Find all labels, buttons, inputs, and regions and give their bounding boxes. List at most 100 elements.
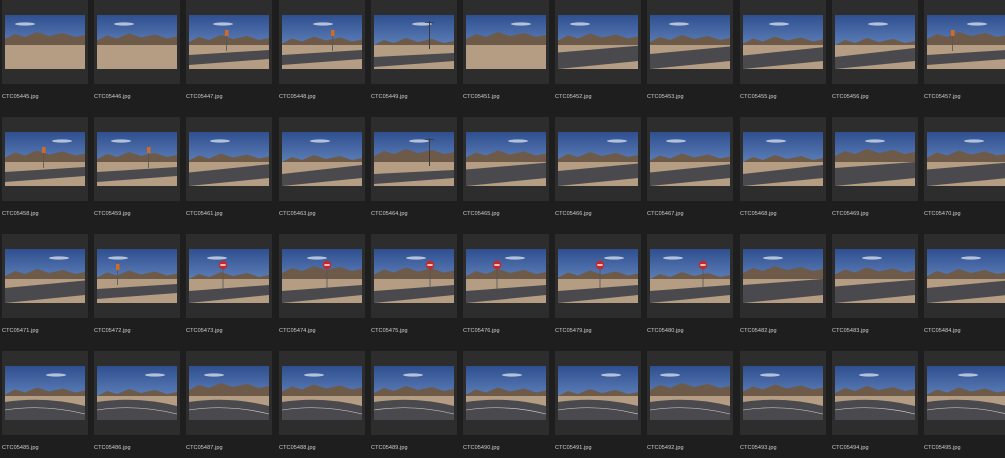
thumbnail-card[interactable] [647,0,733,84]
thumbnail-card[interactable] [186,0,272,84]
photo-thumbnail-image[interactable] [282,132,362,186]
thumbnail-filename[interactable]: CTC05451.jpg [463,94,500,100]
photo-thumbnail-image[interactable] [927,132,1005,186]
photo-thumbnail-cell[interactable]: CTC05475.jpg [371,234,457,351]
photo-thumbnail-image[interactable] [650,132,730,186]
thumbnail-filename[interactable]: CTC05445.jpg [2,94,39,100]
thumbnail-filename[interactable]: CTC05486.jpg [94,445,131,451]
photo-thumbnail-cell[interactable]: CTC05476.jpg [463,234,549,351]
thumbnail-card[interactable] [371,234,457,318]
photo-thumbnail-cell[interactable]: CTC05493.jpg [740,351,826,458]
thumbnail-card[interactable] [832,0,918,84]
photo-thumbnail-image[interactable] [835,366,915,420]
thumbnail-filename[interactable]: CTC05476.jpg [463,328,500,334]
thumbnail-filename[interactable]: CTC05455.jpg [740,94,777,100]
photo-thumbnail-cell[interactable]: CTC05467.jpg [647,117,733,234]
photo-thumbnail-image[interactable] [97,366,177,420]
thumbnail-filename[interactable]: CTC05448.jpg [279,94,316,100]
photo-thumbnail-image[interactable] [558,15,638,69]
photo-thumbnail-image[interactable] [927,366,1005,420]
photo-thumbnail-image[interactable] [189,366,269,420]
thumbnail-card[interactable] [94,0,180,84]
photo-thumbnail-cell[interactable]: CTC05459.jpg [94,117,180,234]
photo-thumbnail-image[interactable] [558,132,638,186]
photo-thumbnail-cell[interactable]: CTC05473.jpg [186,234,272,351]
photo-thumbnail-image[interactable] [189,15,269,69]
photo-thumbnail-image[interactable] [97,132,177,186]
photo-thumbnail-cell[interactable]: CTC05471.jpg [2,234,88,351]
thumbnail-card[interactable] [2,0,88,84]
thumbnail-filename[interactable]: CTC05449.jpg [371,94,408,100]
thumbnail-filename[interactable]: CTC05479.jpg [555,328,592,334]
photo-thumbnail-image[interactable] [558,249,638,303]
thumbnail-filename[interactable]: CTC05470.jpg [924,211,961,217]
thumbnail-card[interactable] [647,117,733,201]
photo-thumbnail-cell[interactable]: CTC05455.jpg [740,0,826,117]
thumbnail-filename[interactable]: CTC05493.jpg [740,445,777,451]
thumbnail-card[interactable] [2,351,88,435]
photo-thumbnail-image[interactable] [835,15,915,69]
photo-thumbnail-cell[interactable]: CTC05445.jpg [2,0,88,117]
thumbnail-card[interactable] [279,117,365,201]
thumbnail-card[interactable] [2,117,88,201]
photo-thumbnail-image[interactable] [97,15,177,69]
thumbnail-card[interactable] [740,117,826,201]
photo-thumbnail-cell[interactable]: CTC05487.jpg [186,351,272,458]
thumbnail-filename[interactable]: CTC05487.jpg [186,445,223,451]
thumbnail-card[interactable] [924,0,1005,84]
thumbnail-filename[interactable]: CTC05494.jpg [832,445,869,451]
photo-thumbnail-image[interactable] [743,249,823,303]
thumbnail-filename[interactable]: CTC05467.jpg [647,211,684,217]
thumbnail-filename[interactable]: CTC05468.jpg [740,211,777,217]
photo-thumbnail-cell[interactable]: CTC05491.jpg [555,351,641,458]
thumbnail-card[interactable] [279,234,365,318]
thumbnail-card[interactable] [647,351,733,435]
photo-thumbnail-cell[interactable]: CTC05488.jpg [279,351,365,458]
photo-thumbnail-image[interactable] [466,15,546,69]
photo-thumbnail-cell[interactable]: CTC05482.jpg [740,234,826,351]
thumbnail-card[interactable] [186,117,272,201]
photo-thumbnail-cell[interactable]: CTC05448.jpg [279,0,365,117]
thumbnail-card[interactable] [94,117,180,201]
thumbnail-card[interactable] [371,117,457,201]
thumbnail-filename[interactable]: CTC05492.jpg [647,445,684,451]
thumbnail-filename[interactable]: CTC05447.jpg [186,94,223,100]
photo-thumbnail-cell[interactable]: CTC05489.jpg [371,351,457,458]
thumbnail-card[interactable] [740,0,826,84]
photo-thumbnail-image[interactable] [650,15,730,69]
thumbnail-card[interactable] [279,0,365,84]
thumbnail-filename[interactable]: CTC05485.jpg [2,445,39,451]
thumbnail-filename[interactable]: CTC05463.jpg [279,211,316,217]
photo-thumbnail-image[interactable] [5,249,85,303]
photo-thumbnail-cell[interactable]: CTC05472.jpg [94,234,180,351]
photo-thumbnail-cell[interactable]: CTC05469.jpg [832,117,918,234]
photo-thumbnail-cell[interactable]: CTC05456.jpg [832,0,918,117]
photo-thumbnail-image[interactable] [97,249,177,303]
photo-thumbnail-image[interactable] [466,249,546,303]
thumbnail-card[interactable] [463,0,549,84]
thumbnail-card[interactable] [555,0,641,84]
photo-thumbnail-image[interactable] [743,15,823,69]
thumbnail-card[interactable] [740,351,826,435]
thumbnail-filename[interactable]: CTC05464.jpg [371,211,408,217]
photo-thumbnail-cell[interactable]: CTC05495.jpg [924,351,1005,458]
thumbnail-card[interactable] [279,351,365,435]
photo-thumbnail-cell[interactable]: CTC05470.jpg [924,117,1005,234]
thumbnail-filename[interactable]: CTC05465.jpg [463,211,500,217]
thumbnail-card[interactable] [94,351,180,435]
photo-thumbnail-cell[interactable]: CTC05494.jpg [832,351,918,458]
photo-thumbnail-cell[interactable]: CTC05474.jpg [279,234,365,351]
photo-thumbnail-cell[interactable]: CTC05483.jpg [832,234,918,351]
thumbnail-filename[interactable]: CTC05488.jpg [279,445,316,451]
photo-thumbnail-image[interactable] [282,15,362,69]
photo-thumbnail-image[interactable] [743,366,823,420]
thumbnail-filename[interactable]: CTC05484.jpg [924,328,961,334]
thumbnail-card[interactable] [832,117,918,201]
photo-thumbnail-cell[interactable]: CTC05479.jpg [555,234,641,351]
photo-thumbnail-image[interactable] [374,15,454,69]
photo-thumbnail-cell[interactable]: CTC05492.jpg [647,351,733,458]
photo-thumbnail-image[interactable] [5,132,85,186]
thumbnail-card[interactable] [371,0,457,84]
photo-thumbnail-image[interactable] [650,366,730,420]
thumbnail-filename[interactable]: CTC05452.jpg [555,94,592,100]
